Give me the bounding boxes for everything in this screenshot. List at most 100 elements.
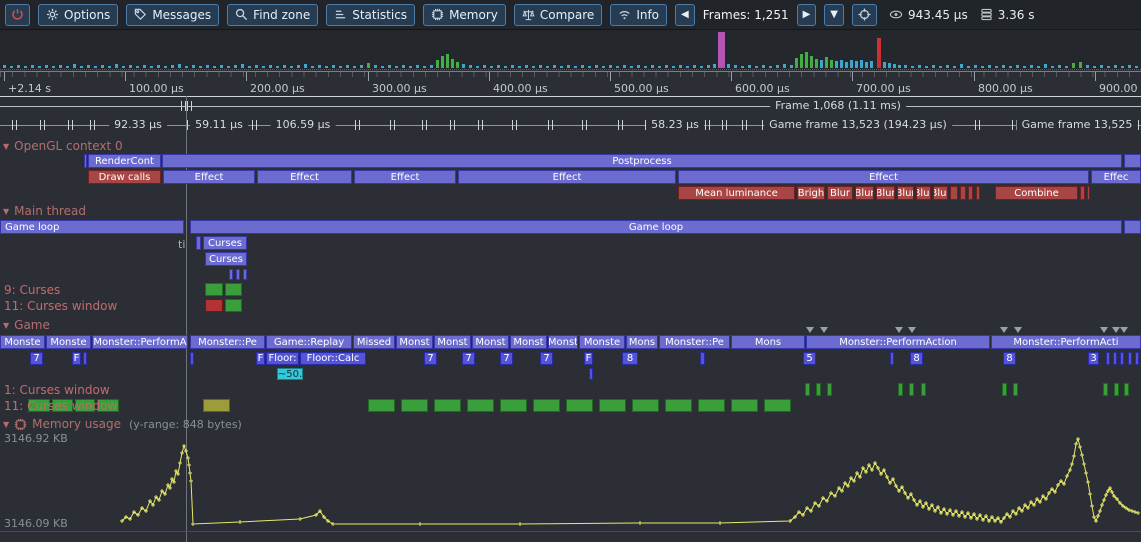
zone-5[interactable]: 5 [803, 352, 816, 365]
zone-bar[interactable] [1087, 186, 1090, 200]
zone-bar[interactable] [243, 269, 247, 280]
zone-bar[interactable] [1124, 154, 1141, 168]
zone-bar[interactable] [976, 186, 980, 200]
zone-bar[interactable] [599, 399, 626, 412]
zone-bar[interactable] [84, 154, 87, 168]
zone-8[interactable]: 8 [622, 352, 638, 365]
lock-label-11-curses-window[interactable]: 11: Curses window [4, 299, 117, 313]
zone-mean-luminance[interactable]: Mean luminance [678, 186, 795, 200]
zone-mons[interactable]: Mons [626, 335, 658, 349]
zone-bar[interactable] [229, 269, 233, 280]
message-marker[interactable] [908, 327, 916, 333]
zone-monst[interactable]: Monst [548, 335, 578, 349]
zone-mons[interactable]: Mons [731, 335, 805, 349]
zone-bar[interactable] [401, 399, 428, 412]
memory-usage-graph[interactable] [0, 430, 1141, 542]
zone-monster-pe[interactable]: Monster::Pe [659, 335, 730, 349]
zone-blur[interactable]: Blur [827, 186, 853, 200]
zone-curses[interactable]: Curses [203, 236, 247, 250]
zone-3[interactable]: 3 [1088, 352, 1099, 365]
zone-combine[interactable]: Combine [995, 186, 1078, 200]
zone-bar[interactable] [196, 236, 201, 250]
zone-game-loop[interactable]: Game loop [0, 220, 184, 234]
zone-monste[interactable]: Monste [46, 335, 91, 349]
zone-floor[interactable]: Floor: [266, 352, 299, 365]
zone-effect[interactable]: Effect [257, 170, 352, 184]
zone-bar[interactable] [1124, 220, 1141, 234]
zone-effect[interactable]: Effect [678, 170, 1089, 184]
zone-bar[interactable] [698, 399, 725, 412]
zone-monster-performacti[interactable]: Monster::PerformActi [991, 335, 1141, 349]
zone-bar[interactable] [205, 283, 223, 296]
zone-blur[interactable]: Blur [876, 186, 895, 200]
zone-bar[interactable] [632, 399, 659, 412]
zone-floor-calc[interactable]: Floor::Calc [300, 352, 366, 365]
zone-bar[interactable] [960, 186, 966, 200]
zone-blur[interactable]: Blur [897, 186, 914, 200]
zone-bar[interactable] [1135, 352, 1139, 365]
zone-curses[interactable]: Curses [205, 252, 247, 266]
zone-f[interactable]: F [256, 352, 265, 365]
zone-bar[interactable] [816, 383, 821, 396]
zone-7[interactable]: 7 [500, 352, 513, 365]
zone-monster-performaction[interactable]: Monster::PerformAction [806, 335, 990, 349]
zone-bar[interactable] [533, 399, 560, 412]
zone-bar[interactable] [368, 399, 395, 412]
zone-effec[interactable]: Effec [1091, 170, 1141, 184]
zone-monste[interactable]: Monste [0, 335, 45, 349]
message-marker[interactable] [806, 327, 814, 333]
zone-bar[interactable] [764, 399, 791, 412]
zone-monst[interactable]: Monst [472, 335, 509, 349]
lock-label-11-curses-window-2[interactable]: 11: Curses window [4, 399, 117, 413]
zone-blur[interactable]: Blur [916, 186, 931, 200]
zone-monster-pe[interactable]: Monster::Pe [190, 335, 265, 349]
lock-label-1-curses-window[interactable]: 1: Curses window [4, 383, 110, 397]
zone-monster-performa[interactable]: Monster::PerformA [92, 335, 188, 349]
zone-bar[interactable] [225, 283, 242, 296]
lock-label-9-curses[interactable]: 9: Curses [4, 283, 60, 297]
zone-monst[interactable]: Monst [510, 335, 547, 349]
zone-bar[interactable] [665, 399, 692, 412]
zone-8[interactable]: 8 [1003, 352, 1016, 365]
zone-bar[interactable] [890, 352, 894, 365]
zone-bar[interactable] [1013, 383, 1018, 396]
zone-bar[interactable] [1114, 383, 1119, 396]
zone-bar[interactable] [950, 186, 958, 200]
zone-bar[interactable] [205, 299, 223, 312]
zone-missed[interactable]: Missed [353, 335, 395, 349]
message-marker[interactable] [895, 327, 903, 333]
zone-f[interactable]: F [584, 352, 593, 365]
zone-monst[interactable]: Monst [434, 335, 471, 349]
zone-bar[interactable] [1002, 383, 1007, 396]
zone-bar[interactable] [968, 186, 973, 200]
zone-effect[interactable]: Effect [458, 170, 676, 184]
zone-bar[interactable] [898, 383, 903, 396]
message-marker[interactable] [820, 327, 828, 333]
zone-bar[interactable] [827, 383, 832, 396]
zone-bar[interactable] [434, 399, 461, 412]
zone-bar[interactable] [921, 383, 926, 396]
zone-blur[interactable]: Blur [855, 186, 874, 200]
zone-bar[interactable] [1113, 352, 1117, 365]
zone-7[interactable]: 7 [30, 352, 43, 365]
zone-bar[interactable] [1080, 186, 1085, 200]
zone-effect[interactable]: Effect [354, 170, 456, 184]
zone-8[interactable]: 8 [910, 352, 923, 365]
zone-bar[interactable] [236, 269, 240, 280]
zone-bar[interactable] [566, 399, 593, 412]
zone-bar[interactable] [1124, 383, 1129, 396]
zone-monste[interactable]: Monste [579, 335, 625, 349]
message-marker[interactable] [1120, 327, 1128, 333]
zone-50[interactable]: ~50. [277, 368, 303, 380]
zone-bar[interactable] [1128, 352, 1132, 365]
zone-bar[interactable] [589, 368, 593, 380]
message-marker[interactable] [1100, 327, 1108, 333]
zone-bar[interactable] [909, 383, 914, 396]
message-marker[interactable] [1112, 327, 1120, 333]
zone-bar[interactable] [731, 399, 758, 412]
message-marker[interactable] [1000, 327, 1008, 333]
zone-7[interactable]: 7 [540, 352, 553, 365]
zone-rendercont[interactable]: RenderCont [88, 154, 161, 168]
zone-7[interactable]: 7 [424, 352, 437, 365]
zone-bar[interactable] [467, 399, 494, 412]
